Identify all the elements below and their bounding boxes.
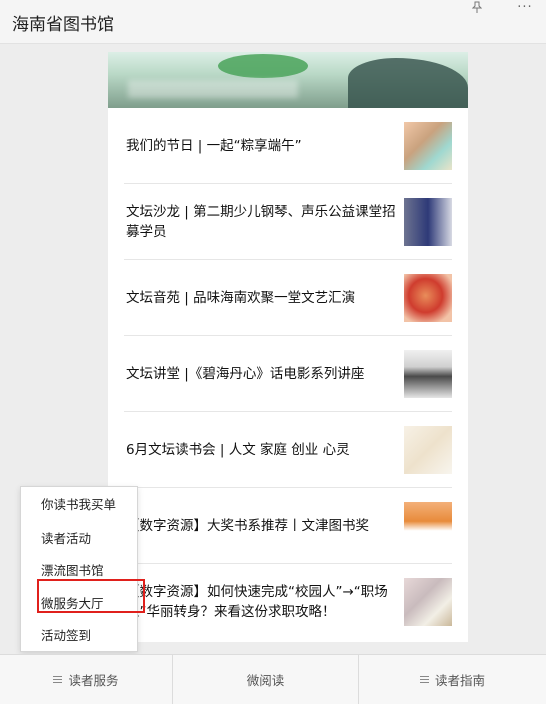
menu-item-reader-activities[interactable]: 读者活动 — [21, 523, 137, 555]
highlight-box — [37, 579, 145, 613]
window-title: 海南省图书馆 — [12, 15, 114, 35]
article-thumbnail — [404, 578, 452, 626]
more-icon[interactable]: ··· — [514, 0, 536, 15]
article-title: 6月文坛读书会 | 人文 家庭 创业 心灵 — [126, 441, 350, 458]
article-thumbnail — [404, 274, 452, 322]
menu-lines-icon — [419, 676, 429, 683]
tab-reader-guide[interactable]: 读者指南 — [359, 655, 546, 704]
article-title: 文坛音苑 | 品味海南欢聚一堂文艺汇演 — [126, 289, 356, 306]
menu-item-buy-books[interactable]: 你读书我买单 — [21, 489, 137, 521]
article-title: 【数字资源】大奖书系推荐丨文津图书奖 — [126, 517, 369, 534]
banner-image[interactable] — [108, 52, 468, 108]
article-title: 文坛沙龙 | 第二期少儿钢琴、声乐公益课堂招募学员 — [126, 203, 396, 240]
tab-micro-reading[interactable]: 微阅读 — [173, 655, 358, 704]
article-thumbnail — [404, 350, 452, 398]
article-thumbnail — [404, 122, 452, 170]
article-item[interactable]: 6月文坛读书会 | 人文 家庭 创业 心灵 — [124, 412, 452, 488]
article-item[interactable]: 我们的节日 | 一起“粽享端午” — [124, 108, 452, 184]
article-item[interactable]: 文坛音苑 | 品味海南欢聚一堂文艺汇演 — [124, 260, 452, 336]
menu-item-activity-checkin[interactable]: 活动签到 — [21, 620, 137, 652]
article-title: 文坛讲堂 |《碧海丹心》话电影系列讲座 — [126, 365, 365, 382]
window-titlebar: 海南省图书馆 ··· — [0, 0, 546, 44]
article-title: 我们的节日 | 一起“粽享端午” — [126, 137, 302, 154]
reader-services-menu: 你读书我买单 读者活动 漂流图书馆 微服务大厅 活动签到 — [20, 486, 145, 652]
article-thumbnail — [404, 198, 452, 246]
article-item[interactable]: 文坛沙龙 | 第二期少儿钢琴、声乐公益课堂招募学员 — [124, 184, 452, 260]
article-thumbnail — [404, 426, 452, 474]
article-thumbnail — [404, 502, 452, 550]
article-title: 【数字资源】如何快速完成“校园人”→“职场人”华丽转身？来看这份求职攻略！ — [126, 584, 388, 620]
bottom-menu-bar: 读者服务 微阅读 读者指南 — [0, 654, 546, 704]
tab-label: 读者服务 — [68, 673, 119, 688]
tab-reader-services[interactable]: 读者服务 — [0, 655, 172, 704]
pin-icon[interactable] — [466, 0, 488, 14]
menu-lines-icon — [53, 676, 63, 683]
tab-label: 读者指南 — [434, 673, 485, 688]
article-item[interactable]: 文坛讲堂 |《碧海丹心》话电影系列讲座 — [124, 336, 452, 412]
article-panel: 我们的节日 | 一起“粽享端午” 文坛沙龙 | 第二期少儿钢琴、声乐公益课堂招募… — [108, 52, 468, 642]
article-list: 我们的节日 | 一起“粽享端午” 文坛沙龙 | 第二期少儿钢琴、声乐公益课堂招募… — [124, 108, 452, 640]
article-item[interactable]: 【数字资源】大奖书系推荐丨文津图书奖 — [124, 488, 452, 564]
article-item[interactable]: 【数字资源】如何快速完成“校园人”→“职场人”华丽转身？来看这份求职攻略！ — [124, 564, 452, 640]
tab-label: 微阅读 — [246, 673, 285, 688]
